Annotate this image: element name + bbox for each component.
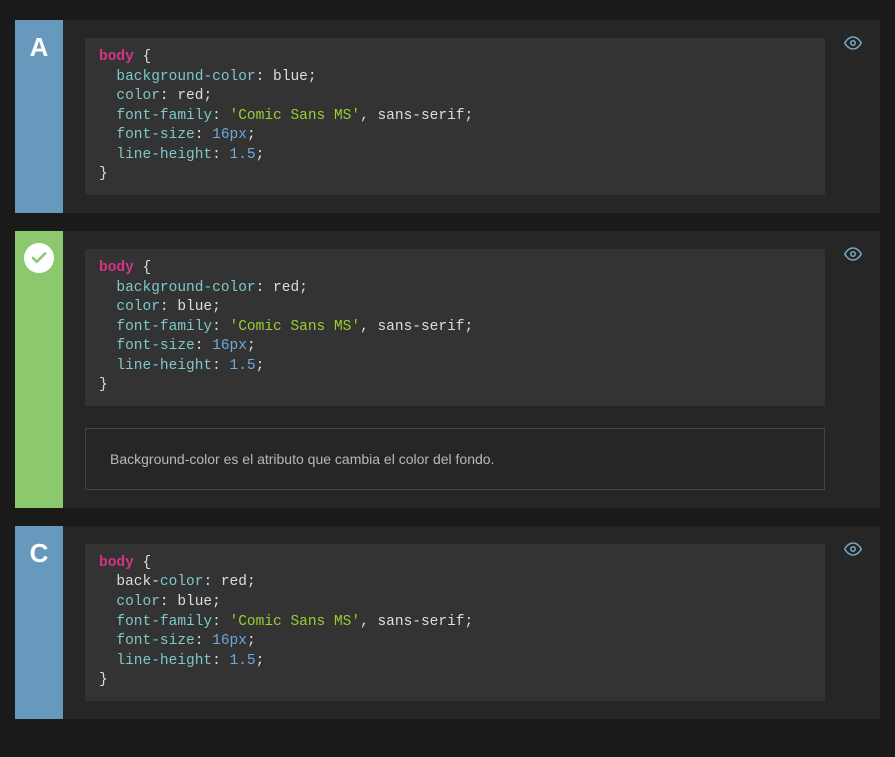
preview-eye-icon[interactable] <box>844 540 862 558</box>
option-badge-a[interactable]: A <box>15 20 63 213</box>
code-block-b: body { background-color: red; color: blu… <box>85 249 825 406</box>
option-content-a: body { background-color: blue; color: re… <box>63 20 880 213</box>
explanation-text: Background-color es el atributo que camb… <box>85 428 825 490</box>
option-b: body { background-color: red; color: blu… <box>15 231 880 508</box>
code-block-a: body { background-color: blue; color: re… <box>85 38 825 195</box>
option-a: Abody { background-color: blue; color: r… <box>15 20 880 213</box>
badge-letter: A <box>30 32 49 63</box>
option-badge-b[interactable] <box>15 231 63 508</box>
preview-eye-icon[interactable] <box>844 245 862 263</box>
option-content-c: body { back-color: red; color: blue; fon… <box>63 526 880 719</box>
option-content-b: body { background-color: red; color: blu… <box>63 231 880 508</box>
badge-letter: C <box>30 538 49 569</box>
check-icon <box>24 243 54 273</box>
option-c: Cbody { back-color: red; color: blue; fo… <box>15 526 880 719</box>
code-block-c: body { back-color: red; color: blue; fon… <box>85 544 825 701</box>
preview-eye-icon[interactable] <box>844 34 862 52</box>
option-badge-c[interactable]: C <box>15 526 63 719</box>
